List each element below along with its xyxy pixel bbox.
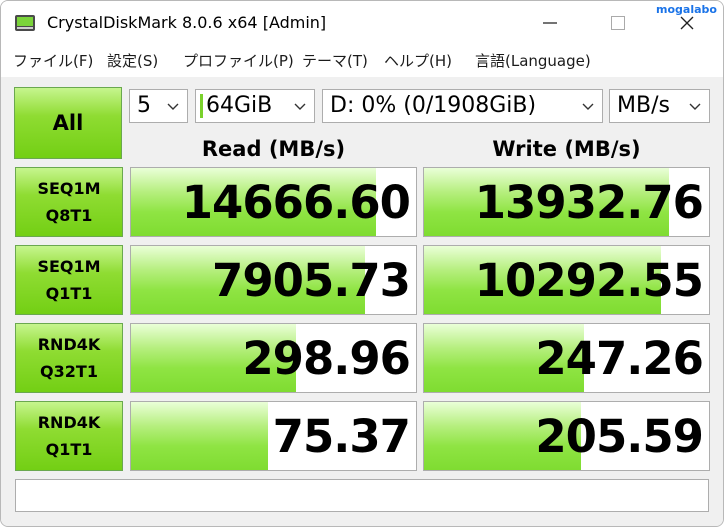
test-label-line2: Q1T1 — [45, 284, 93, 303]
chevron-down-icon — [294, 103, 306, 110]
menu-profile[interactable]: プロファイル(P) — [183, 51, 294, 71]
menu-bar: ファイル(F) 設定(S) プロファイル(P) テーマ(T) ヘルプ(H) 言語… — [1, 45, 723, 77]
test-count-select[interactable]: 5 — [129, 89, 188, 123]
test-size-select[interactable]: 64GiB — [195, 89, 315, 123]
test-button-seq1m-q8t1[interactable]: SEQ1M Q8T1 — [15, 167, 123, 237]
write-result-rnd4k-q1t1: 205.59 — [423, 401, 710, 471]
test-button-rnd4k-q1t1[interactable]: RND4K Q1T1 — [15, 401, 123, 471]
write-value: 205.59 — [535, 409, 704, 463]
menu-file[interactable]: ファイル(F) — [13, 51, 93, 71]
close-icon[interactable] — [664, 1, 710, 45]
write-value: 247.26 — [535, 331, 704, 385]
write-result-seq1m-q1t1: 10292.55 — [423, 245, 710, 315]
maximize-icon[interactable] — [595, 1, 641, 45]
menu-help[interactable]: ヘルプ(H) — [384, 51, 452, 71]
minimize-icon[interactable] — [527, 1, 573, 45]
comment-field[interactable] — [15, 479, 709, 512]
drive-select[interactable]: D: 0% (0/1908GiB) — [322, 89, 603, 123]
chevron-down-icon — [582, 103, 594, 110]
app-window: CrystalDiskMark 8.0.6 x64 [Admin] mogala… — [0, 0, 724, 527]
app-icon — [15, 15, 35, 31]
read-header: Read (MB/s) — [201, 137, 346, 161]
read-progress-bar — [131, 402, 268, 470]
all-button[interactable]: All — [14, 87, 122, 159]
test-button-seq1m-q1t1[interactable]: SEQ1M Q1T1 — [15, 245, 123, 315]
unit-select[interactable]: MB/s — [609, 89, 710, 123]
write-result-seq1m-q8t1: 13932.76 — [423, 167, 710, 237]
unit-value: MB/s — [617, 93, 670, 118]
test-label-line2: Q8T1 — [45, 206, 93, 225]
read-value: 75.37 — [272, 409, 411, 463]
write-header: Write (MB/s) — [492, 137, 641, 161]
chevron-down-icon — [689, 103, 701, 110]
test-label-line1: RND4K — [37, 335, 101, 354]
read-result-seq1m-q8t1: 14666.60 — [130, 167, 417, 237]
title-bar: CrystalDiskMark 8.0.6 x64 [Admin] mogala… — [1, 1, 723, 45]
write-value: 10292.55 — [474, 253, 704, 307]
read-value: 7905.73 — [212, 253, 411, 307]
chevron-down-icon — [167, 103, 179, 110]
window-title: CrystalDiskMark 8.0.6 x64 [Admin] — [47, 13, 327, 32]
drive-value: D: 0% (0/1908GiB) — [330, 93, 537, 118]
menu-theme[interactable]: テーマ(T) — [302, 51, 368, 71]
size-accent-bar — [200, 94, 203, 118]
read-value: 14666.60 — [181, 175, 411, 229]
test-label-line1: RND4K — [37, 413, 101, 432]
read-result-seq1m-q1t1: 7905.73 — [130, 245, 417, 315]
test-label-line1: SEQ1M — [37, 179, 101, 198]
test-label-line1: SEQ1M — [37, 257, 101, 276]
menu-language[interactable]: 言語(Language) — [475, 51, 591, 71]
menu-settings[interactable]: 設定(S) — [107, 51, 158, 71]
test-label-line2: Q32T1 — [40, 362, 98, 381]
read-value: 298.96 — [242, 331, 411, 385]
test-size-value: 64GiB — [206, 93, 273, 118]
test-count-value: 5 — [137, 93, 151, 118]
test-label-line2: Q1T1 — [45, 440, 93, 459]
write-value: 13932.76 — [474, 175, 704, 229]
test-button-rnd4k-q32t1[interactable]: RND4K Q32T1 — [15, 323, 123, 393]
write-result-rnd4k-q32t1: 247.26 — [423, 323, 710, 393]
read-result-rnd4k-q32t1: 298.96 — [130, 323, 417, 393]
read-result-rnd4k-q1t1: 75.37 — [130, 401, 417, 471]
